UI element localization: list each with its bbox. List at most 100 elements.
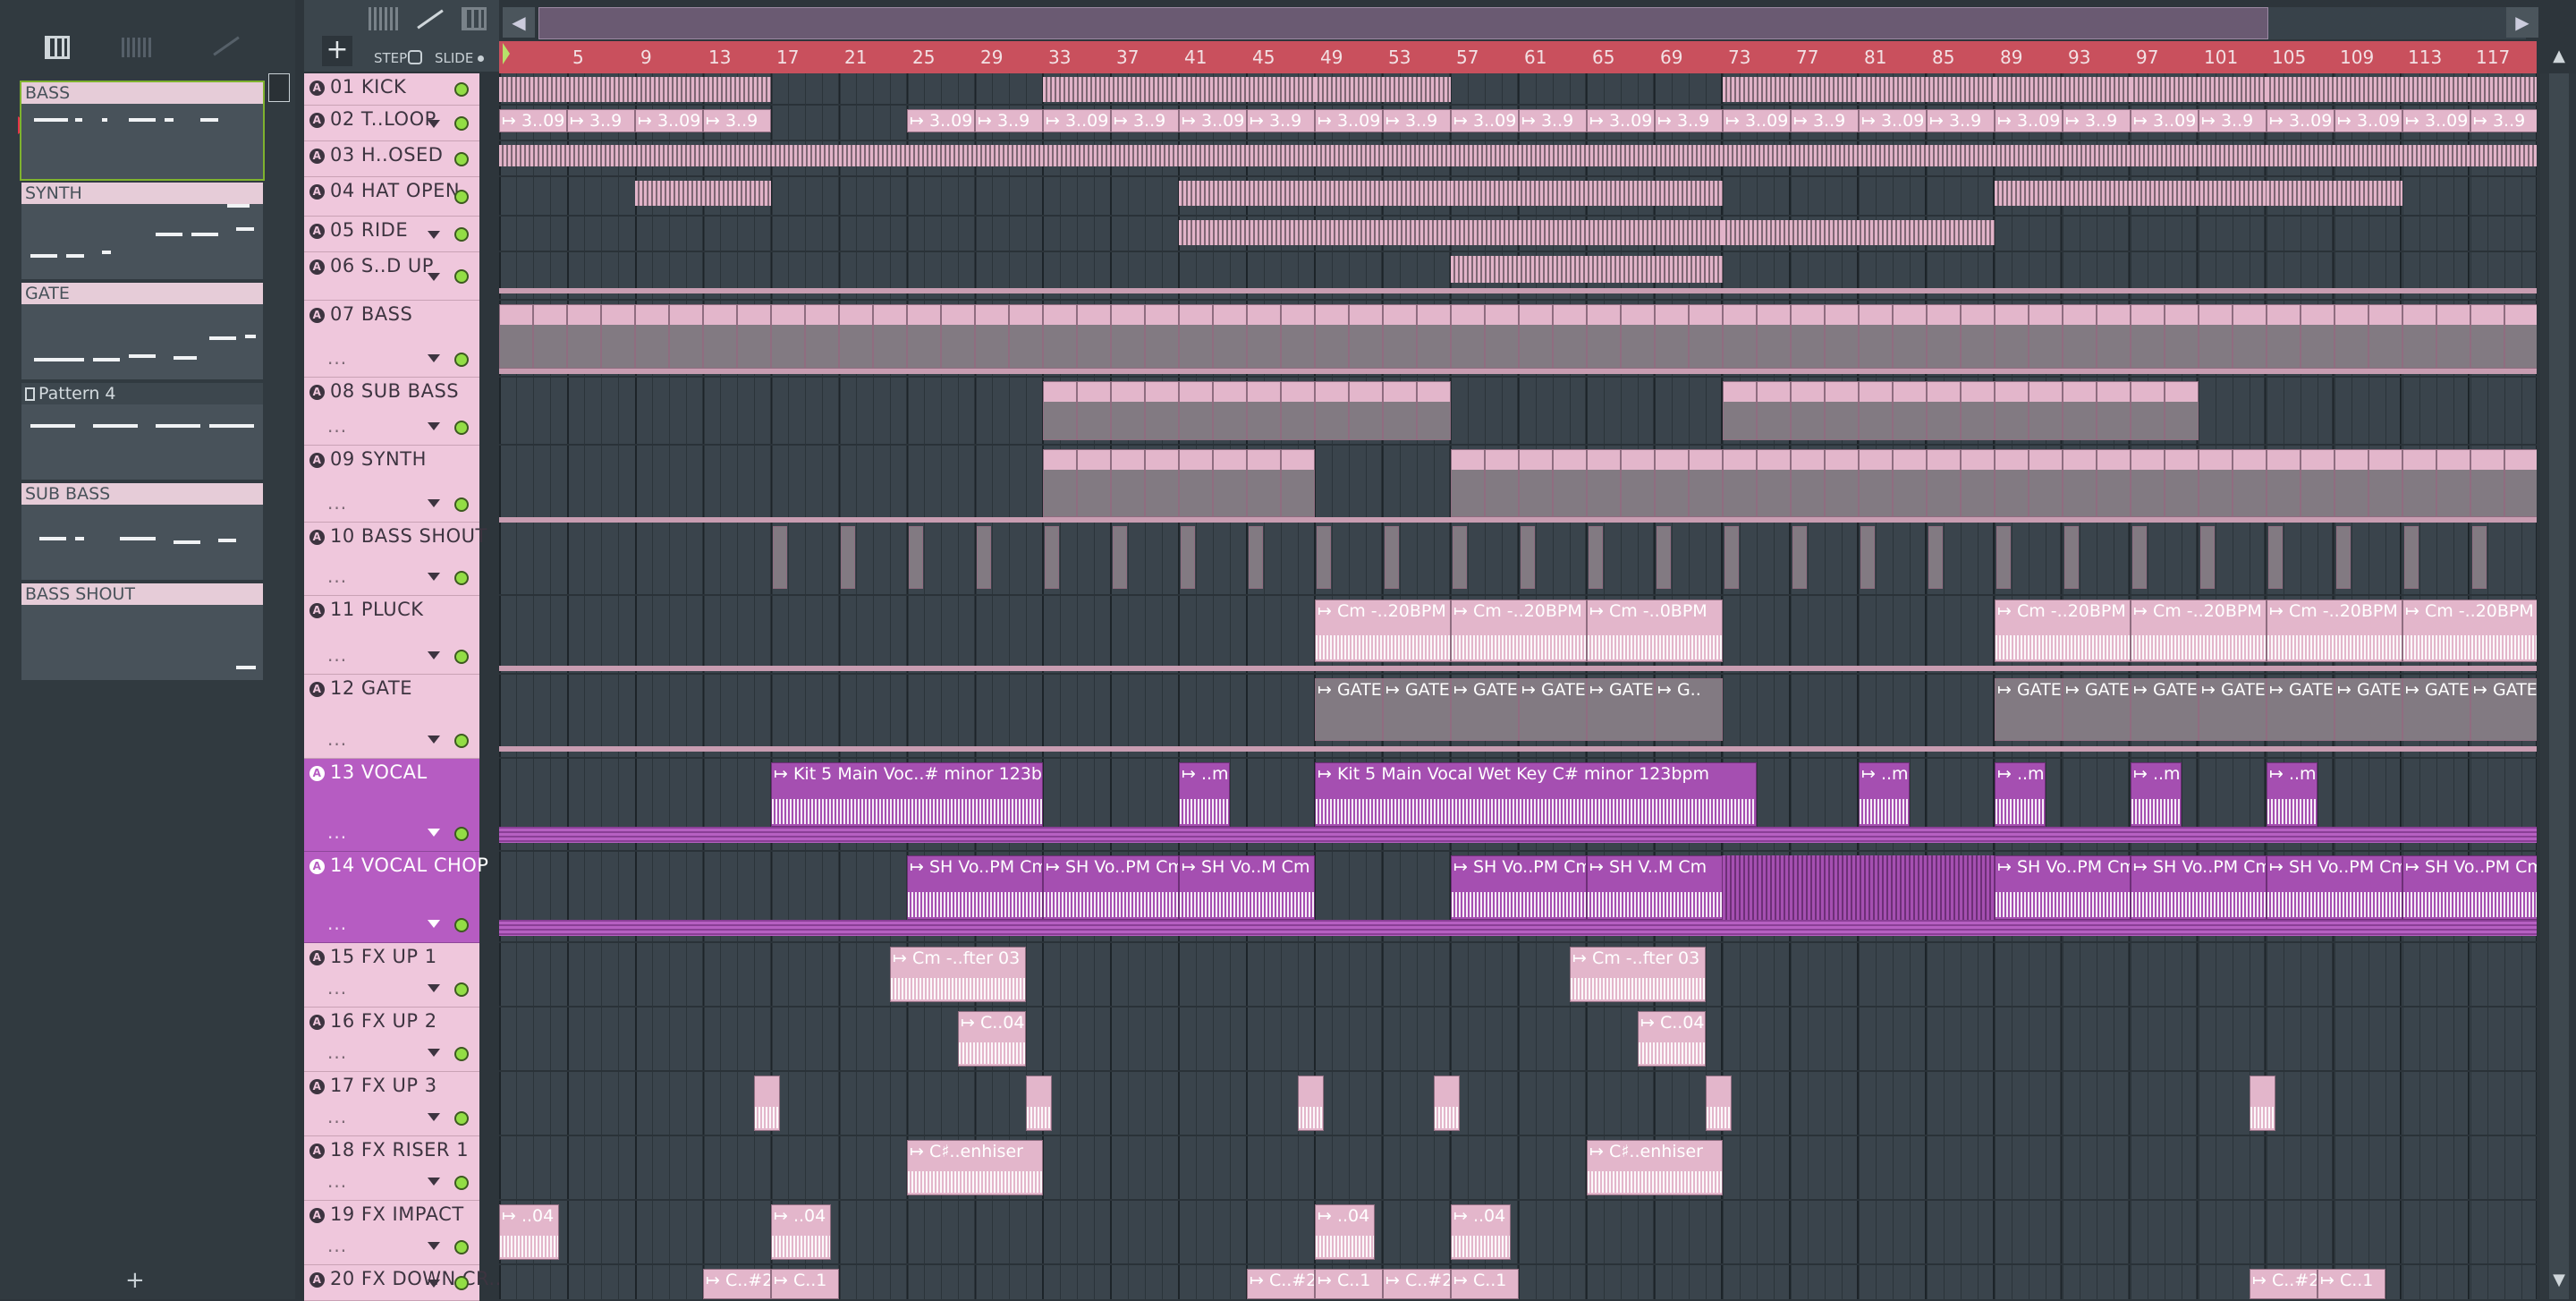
playlist-clip[interactable]: ↦ ..m bbox=[1179, 762, 1230, 827]
track-dropdown-icon[interactable] bbox=[428, 984, 440, 992]
playlist-clip[interactable]: ↦ SH Vo..PM Cm bbox=[1995, 855, 2131, 920]
track-dropdown-icon[interactable] bbox=[428, 573, 440, 581]
track-mute-led[interactable] bbox=[454, 827, 469, 841]
playlist-clip[interactable] bbox=[2504, 449, 2537, 517]
playlist-clip[interactable] bbox=[1077, 381, 1111, 440]
playlist-clip[interactable] bbox=[1349, 381, 1383, 440]
playlist-clip[interactable] bbox=[1723, 304, 1757, 369]
playlist-clip[interactable]: ↦ GATE bbox=[1315, 678, 1383, 741]
playlist-clip[interactable] bbox=[1961, 304, 1995, 369]
track-options-dots[interactable]: ... bbox=[327, 347, 347, 369]
track-header[interactable]: A 07 BASS... bbox=[304, 301, 479, 378]
playlist-clip[interactable] bbox=[499, 304, 533, 369]
playlist-clip[interactable]: ↦ GATE bbox=[1995, 678, 2063, 741]
playlist-clip[interactable]: ↦ C..04 bbox=[958, 1011, 1026, 1067]
playlist-clip[interactable]: ↦ 3..9 bbox=[975, 109, 1043, 132]
track-options-dots[interactable]: ... bbox=[327, 1042, 347, 1063]
track-options-dots[interactable]: ... bbox=[327, 492, 347, 514]
playlist-clip[interactable]: ↦ 3..9 bbox=[2470, 109, 2537, 132]
pattern-clip[interactable] bbox=[2064, 526, 2079, 589]
track-header[interactable]: A 15 FX UP 1... bbox=[304, 943, 479, 1008]
playlist-clip[interactable] bbox=[1587, 304, 1621, 369]
playlist-clip[interactable] bbox=[1655, 304, 1689, 369]
playlist-clip[interactable] bbox=[1757, 381, 1791, 440]
pattern-clip[interactable] bbox=[1723, 220, 1995, 245]
playlist-clip[interactable]: ↦ C♯..enhiser bbox=[907, 1140, 1043, 1195]
pattern-clip[interactable] bbox=[2131, 77, 2267, 102]
playlist-clip[interactable]: ↦ Kit 5 Main Vocal Wet Key C# minor 123b… bbox=[1315, 762, 1757, 827]
track-dropdown-icon[interactable] bbox=[428, 1280, 440, 1288]
playlist-clip[interactable]: ↦ 3..09 bbox=[907, 109, 975, 132]
playlist-clip[interactable] bbox=[2063, 304, 2097, 369]
song-position-marker[interactable] bbox=[503, 43, 510, 64]
pattern-clip[interactable] bbox=[977, 526, 991, 589]
track-mute-led[interactable] bbox=[454, 1176, 469, 1190]
track-dropdown-icon[interactable] bbox=[428, 120, 440, 128]
playlist-clip[interactable]: ↦ ..m bbox=[2267, 762, 2318, 827]
pattern-clip[interactable] bbox=[1995, 77, 2131, 102]
track-mute-led[interactable] bbox=[454, 918, 469, 932]
track-options-dots[interactable]: ... bbox=[327, 977, 347, 999]
track-mute-led[interactable] bbox=[454, 116, 469, 131]
track-dropdown-icon[interactable] bbox=[428, 354, 440, 362]
playlist-clip[interactable]: ↦ 3..9 bbox=[2199, 109, 2267, 132]
pattern-clip[interactable] bbox=[2404, 526, 2419, 589]
track-mute-led[interactable] bbox=[454, 421, 469, 435]
track-options-dots[interactable]: ... bbox=[327, 565, 347, 587]
playlist-clip[interactable] bbox=[2165, 304, 2199, 369]
playlist-clip[interactable] bbox=[2402, 449, 2436, 517]
playlist-clip[interactable] bbox=[839, 304, 873, 369]
playlist-clip[interactable]: ↦ Cm -..20BPM bbox=[2267, 599, 2402, 662]
playlist-clip[interactable]: ↦ C..#2 bbox=[2250, 1269, 2318, 1299]
pattern-clip[interactable] bbox=[1657, 526, 1671, 589]
playlist-clip[interactable] bbox=[1706, 1076, 1732, 1131]
playlist-clip[interactable] bbox=[1434, 1076, 1460, 1131]
playlist-clip[interactable]: ↦ Cm -..fter 03 bbox=[1570, 947, 1706, 1002]
playlist-clip[interactable]: ↦ 3..09 bbox=[1995, 109, 2063, 132]
add-track-button[interactable]: + bbox=[322, 36, 352, 66]
pattern-clip[interactable] bbox=[1521, 526, 1535, 589]
track-dropdown-icon[interactable] bbox=[428, 1113, 440, 1121]
playlist-clip[interactable] bbox=[1689, 304, 1723, 369]
pattern-clip[interactable] bbox=[1453, 526, 1467, 589]
pattern-clip[interactable] bbox=[1179, 220, 1723, 245]
playlist-clip[interactable] bbox=[1043, 381, 1077, 440]
playlist-clip[interactable] bbox=[1145, 449, 1179, 517]
playlist-clip[interactable] bbox=[2334, 449, 2368, 517]
playlist-clip[interactable] bbox=[805, 304, 839, 369]
track-options-dots[interactable]: ... bbox=[327, 1170, 347, 1192]
playlist-clip[interactable]: ↦ 3..9 bbox=[1519, 109, 1587, 132]
playlist-clip[interactable]: ↦ 3..09 bbox=[1315, 109, 1383, 132]
playlist-clip[interactable]: ↦ C..1 bbox=[2318, 1269, 2385, 1299]
playlist-clip[interactable] bbox=[1961, 449, 1995, 517]
playlist-clip[interactable]: ↦ 3..9 bbox=[567, 109, 635, 132]
track-mute-led[interactable] bbox=[454, 982, 469, 997]
playlist-clip[interactable]: ↦ 3..9 bbox=[1927, 109, 1995, 132]
pattern-item[interactable]: SUB BASS bbox=[21, 483, 263, 580]
pattern-item[interactable]: BASS SHOUT bbox=[21, 583, 263, 680]
playlist-clip[interactable] bbox=[1213, 304, 1247, 369]
playlist-clip[interactable]: ↦ 3..9 bbox=[1111, 109, 1179, 132]
track-mute-led[interactable] bbox=[454, 269, 469, 284]
pattern-item[interactable]: Pattern 4 bbox=[21, 383, 263, 480]
pattern-clip[interactable] bbox=[1317, 526, 1331, 589]
playlist-clip[interactable]: ↦ GATE bbox=[1587, 678, 1655, 741]
pattern-clip[interactable] bbox=[1181, 526, 1195, 589]
playlist-clip[interactable] bbox=[2470, 304, 2504, 369]
track-header[interactable]: A 14 VOCAL CHOP... bbox=[304, 852, 488, 943]
playlist-clip[interactable] bbox=[771, 304, 805, 369]
pattern-clip[interactable] bbox=[1928, 526, 1943, 589]
playlist-clip[interactable] bbox=[1519, 449, 1553, 517]
playlist-clip[interactable] bbox=[907, 304, 941, 369]
playlist-clip[interactable] bbox=[1927, 449, 1961, 517]
playlist-clip[interactable] bbox=[1485, 449, 1519, 517]
playlist-clip[interactable] bbox=[975, 304, 1009, 369]
playlist-clip[interactable] bbox=[2368, 449, 2402, 517]
pattern-clip[interactable] bbox=[1792, 526, 1807, 589]
track-options-dots[interactable]: ... bbox=[327, 644, 347, 666]
playlist-clip[interactable] bbox=[1111, 381, 1145, 440]
playlist-clip[interactable] bbox=[1145, 304, 1179, 369]
pattern-clip[interactable] bbox=[1249, 526, 1263, 589]
playlist-clip[interactable] bbox=[1859, 381, 1893, 440]
playlist-clip[interactable] bbox=[1927, 304, 1961, 369]
